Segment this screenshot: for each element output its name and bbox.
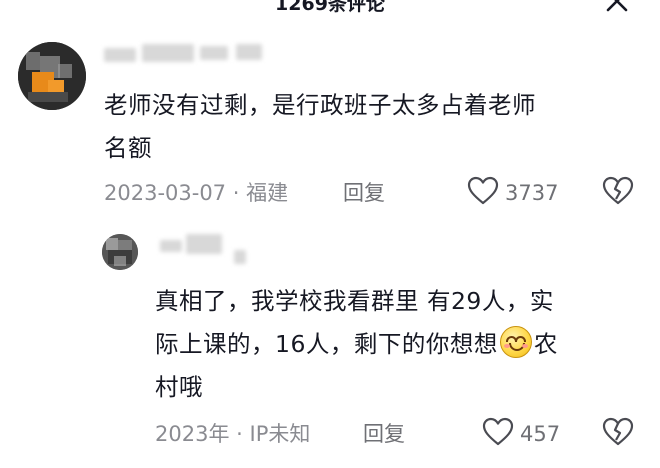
like-count: 3737: [505, 181, 559, 205]
avatar-image: [18, 42, 86, 110]
meta-separator: ·: [236, 422, 250, 446]
smile-emoji-icon: [499, 326, 532, 358]
reply-button[interactable]: 回复: [343, 180, 385, 206]
comment-meta: 2023-03-07 · 福建: [104, 180, 288, 206]
reply-button[interactable]: 回复: [363, 421, 405, 447]
comments-header: 1269条评论: [0, 0, 660, 22]
comment-meta: 2023年 · IP未知: [155, 421, 310, 447]
comment-text: 真相了，我学校我看群里 有29人，实 际上课的，16人，剩下的你想想农 村哦: [155, 280, 635, 409]
broken-heart-icon[interactable]: [602, 417, 634, 447]
meta-separator: ·: [232, 181, 247, 205]
comment-text-part: 真相了，我学校我看群里 有29人，实 际上课的，16人，剩下的你想想: [155, 287, 554, 358]
broken-heart-icon[interactable]: [602, 176, 634, 206]
like-count: 457: [520, 422, 561, 446]
comment-location: IP未知: [249, 422, 311, 446]
avatar-image: [102, 234, 138, 270]
comment-location: 福建: [246, 181, 289, 205]
comment-text: 老师没有过剩，是行政班子太多占着老师 名额: [104, 91, 536, 162]
avatar[interactable]: [102, 234, 138, 270]
avatar[interactable]: [18, 42, 86, 110]
heart-icon[interactable]: [467, 176, 499, 206]
close-icon[interactable]: [604, 0, 630, 16]
comment-count-title: 1269条评论: [275, 0, 385, 15]
comment-date: 2023年: [155, 422, 230, 446]
heart-icon[interactable]: [482, 417, 514, 447]
comment-date: 2023-03-07: [104, 181, 227, 205]
